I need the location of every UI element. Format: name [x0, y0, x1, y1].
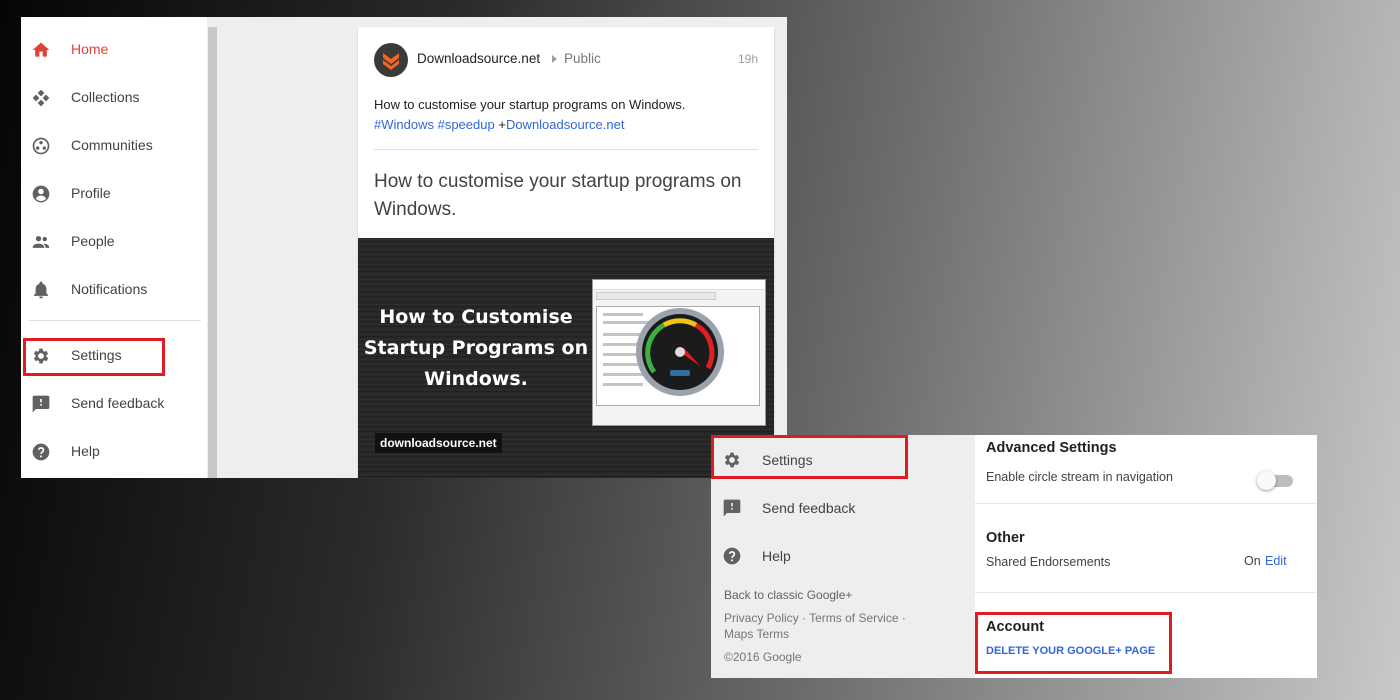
profile-icon — [32, 185, 50, 203]
chevron-right-icon — [552, 55, 557, 63]
bell-icon — [33, 281, 49, 299]
settings-nav-label: Settings — [762, 452, 813, 468]
post-divider — [374, 149, 758, 150]
sidebar-item-communities[interactable]: Communities — [21, 124, 207, 168]
settings-panel: Advanced Settings Enable circle stream i… — [975, 435, 1317, 678]
maps-terms-link[interactable]: Maps Terms — [724, 626, 789, 642]
avatar — [374, 43, 408, 77]
copyright-text: ©2016 Google — [724, 650, 802, 664]
collections-icon — [32, 89, 50, 107]
link-preview-title[interactable]: How to customise your startup programs o… — [374, 168, 754, 224]
hashtag-link[interactable]: #Windows — [374, 117, 434, 132]
sidebar-nav: Home Collections Communities Profile Peo… — [21, 17, 207, 478]
sidebar-item-profile[interactable]: Profile — [21, 172, 207, 216]
settings-nav-label: Help — [762, 548, 791, 564]
sidebar-item-collections[interactable]: Collections — [21, 76, 207, 120]
google-plus-stream-screenshot: Home Collections Communities Profile Peo… — [21, 17, 787, 478]
communities-icon — [32, 137, 50, 155]
sidebar-item-label: People — [71, 233, 115, 249]
post-timestamp[interactable]: 19h — [738, 52, 758, 66]
sidebar-scrollbar[interactable] — [208, 27, 217, 478]
sidebar-item-help[interactable]: Help — [21, 430, 207, 474]
gear-icon — [33, 348, 49, 364]
sidebar-item-label: Home — [71, 41, 109, 57]
circle-stream-label: Enable circle stream in navigation — [986, 470, 1173, 484]
sidebar-item-label: Collections — [71, 89, 140, 105]
other-heading: Other — [986, 530, 1025, 546]
post-card: Downloadsource.net Public 19h How to cus… — [358, 27, 774, 478]
image-site-label: downloadsource.net — [375, 433, 502, 453]
mention-link[interactable]: Downloadsource.net — [506, 117, 625, 132]
feedback-icon — [32, 395, 50, 413]
help-icon — [32, 443, 50, 461]
sidebar-item-label: Communities — [71, 137, 153, 153]
sidebar-item-settings[interactable]: Settings — [21, 334, 207, 378]
section-divider — [975, 503, 1317, 504]
help-icon — [723, 547, 741, 565]
sidebar-item-home[interactable]: Home — [21, 28, 207, 72]
sidebar-item-label: Settings — [71, 347, 122, 363]
post-tags-line: #Windows #speedup +Downloadsource.net — [374, 115, 764, 135]
settings-nav-item-settings[interactable]: Settings — [711, 442, 975, 486]
hashtag-link[interactable]: #speedup — [438, 117, 495, 132]
image-title-text: How to Customise Startup Programs on Win… — [363, 306, 589, 390]
mention-prefix: + — [498, 117, 506, 132]
post-visibility[interactable]: Public — [564, 51, 601, 66]
back-to-classic-link[interactable]: Back to classic Google+ — [724, 587, 852, 603]
circle-stream-toggle[interactable] — [1257, 470, 1295, 490]
settings-nav-label: Send feedback — [762, 500, 856, 516]
sidebar-item-notifications[interactable]: Notifications — [21, 268, 207, 312]
account-heading: Account — [986, 619, 1044, 635]
sidebar-item-label: Send feedback — [71, 395, 165, 411]
google-plus-settings-screenshot: Settings Send feedback Help Back to clas… — [711, 435, 1317, 678]
sidebar-item-label: Notifications — [71, 281, 148, 297]
section-divider — [975, 592, 1317, 593]
post-author[interactable]: Downloadsource.net — [417, 51, 540, 66]
sidebar-item-people[interactable]: People — [21, 220, 207, 264]
settings-sidebar-nav: Settings Send feedback Help Back to clas… — [711, 435, 975, 678]
advanced-settings-heading: Advanced Settings — [986, 440, 1117, 456]
settings-nav-item-help[interactable]: Help — [711, 538, 975, 582]
endorsements-state: On — [1244, 554, 1261, 568]
sidebar-item-label: Profile — [71, 185, 111, 201]
speedometer-icon — [636, 308, 724, 396]
sidebar-item-send-feedback[interactable]: Send feedback — [21, 382, 207, 426]
post-body-text: How to customise your startup programs o… — [374, 97, 686, 112]
sidebar-item-label: Help — [71, 443, 100, 459]
endorsements-edit-link[interactable]: Edit — [1265, 554, 1287, 568]
home-icon — [32, 42, 50, 57]
policy-links[interactable]: Privacy Policy · Terms of Service · — [724, 610, 906, 626]
feedback-icon — [723, 499, 741, 517]
delete-page-link[interactable]: DELETE YOUR GOOGLE+ PAGE — [986, 645, 1155, 657]
people-icon — [32, 236, 50, 248]
sidebar-divider — [29, 320, 201, 321]
settings-nav-item-send-feedback[interactable]: Send feedback — [711, 490, 975, 534]
gear-icon — [724, 452, 740, 468]
shared-endorsements-label: Shared Endorsements — [986, 555, 1111, 569]
post-body: How to customise your startup programs o… — [374, 95, 764, 135]
